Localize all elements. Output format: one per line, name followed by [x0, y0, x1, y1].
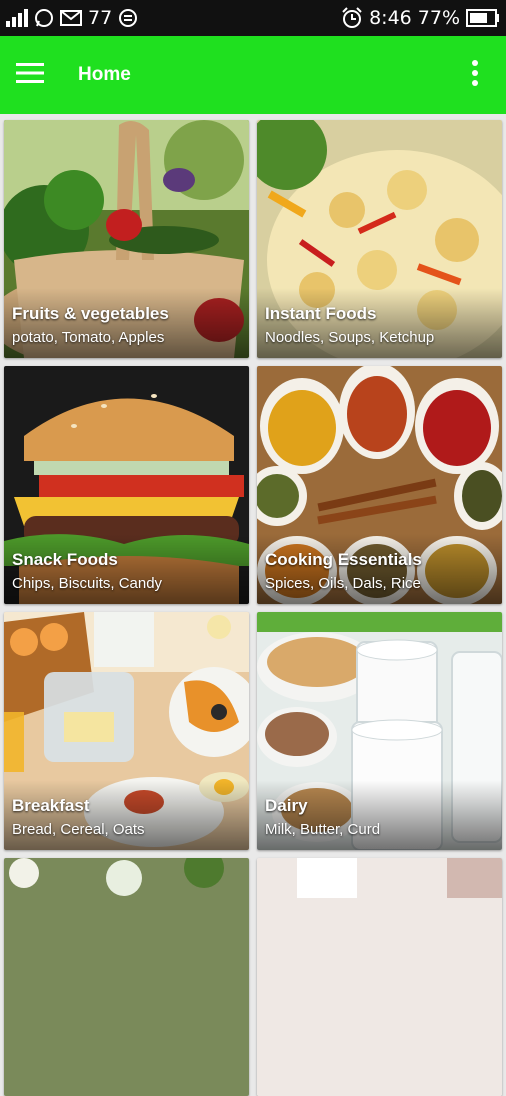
category-title: Breakfast	[12, 796, 90, 815]
category-image-partial	[257, 858, 502, 1096]
category-subtitle: Spices, Oils, Dals, Rice	[265, 575, 421, 592]
sync-icon	[118, 8, 138, 28]
category-title: Snack Foods	[12, 550, 118, 569]
hamburger-menu-icon	[16, 62, 44, 89]
category-card-breakfast[interactable]: Breakfast Bread, Cereal, Oats	[4, 612, 249, 850]
page-title: Home	[78, 64, 131, 85]
category-subtitle: Milk, Butter, Curd	[265, 821, 381, 838]
whatsapp-icon	[34, 8, 54, 28]
more-vert-icon	[471, 59, 479, 91]
category-card-snack-foods[interactable]: Snack Foods Chips, Biscuits, Candy	[4, 366, 249, 604]
category-card-partial-left[interactable]	[4, 858, 249, 1096]
clock-text: 8:46	[369, 7, 412, 29]
alarm-icon	[341, 7, 363, 29]
menu-button[interactable]	[16, 51, 64, 99]
category-subtitle: Chips, Biscuits, Candy	[12, 575, 163, 592]
app-bar: Home	[0, 36, 506, 114]
mail-icon	[60, 10, 82, 26]
category-card-fruits-vegetables[interactable]: Fruits & vegetables potato, Tomato, Appl…	[4, 120, 249, 358]
category-title: Dairy	[265, 796, 308, 815]
category-subtitle: potato, Tomato, Apples	[12, 329, 165, 346]
category-card-instant-foods[interactable]: Instant Foods Noodles, Soups, Ketchup	[257, 120, 502, 358]
category-image-partial	[4, 858, 249, 1096]
category-card-cooking-essentials[interactable]: Cooking Essentials Spices, Oils, Dals, R…	[257, 366, 502, 604]
status-bar: 77 8:46 77%	[0, 0, 506, 36]
category-title: Instant Foods	[265, 304, 377, 323]
battery-percent-text: 77%	[417, 7, 460, 29]
battery-icon	[466, 9, 500, 27]
category-title: Fruits & vegetables	[12, 304, 169, 323]
category-subtitle: Noodles, Soups, Ketchup	[265, 329, 435, 346]
category-card-dairy[interactable]: Dairy Milk, Butter, Curd	[257, 612, 502, 850]
category-grid: Fruits & vegetables potato, Tomato, Appl…	[0, 114, 506, 1096]
category-title: Cooking Essentials	[265, 550, 422, 569]
signal-icon	[6, 9, 28, 27]
network-status-text: 77	[88, 7, 113, 29]
category-card-partial-right[interactable]	[257, 858, 502, 1096]
category-subtitle: Bread, Cereal, Oats	[12, 821, 145, 838]
overflow-menu-button[interactable]	[460, 51, 490, 99]
